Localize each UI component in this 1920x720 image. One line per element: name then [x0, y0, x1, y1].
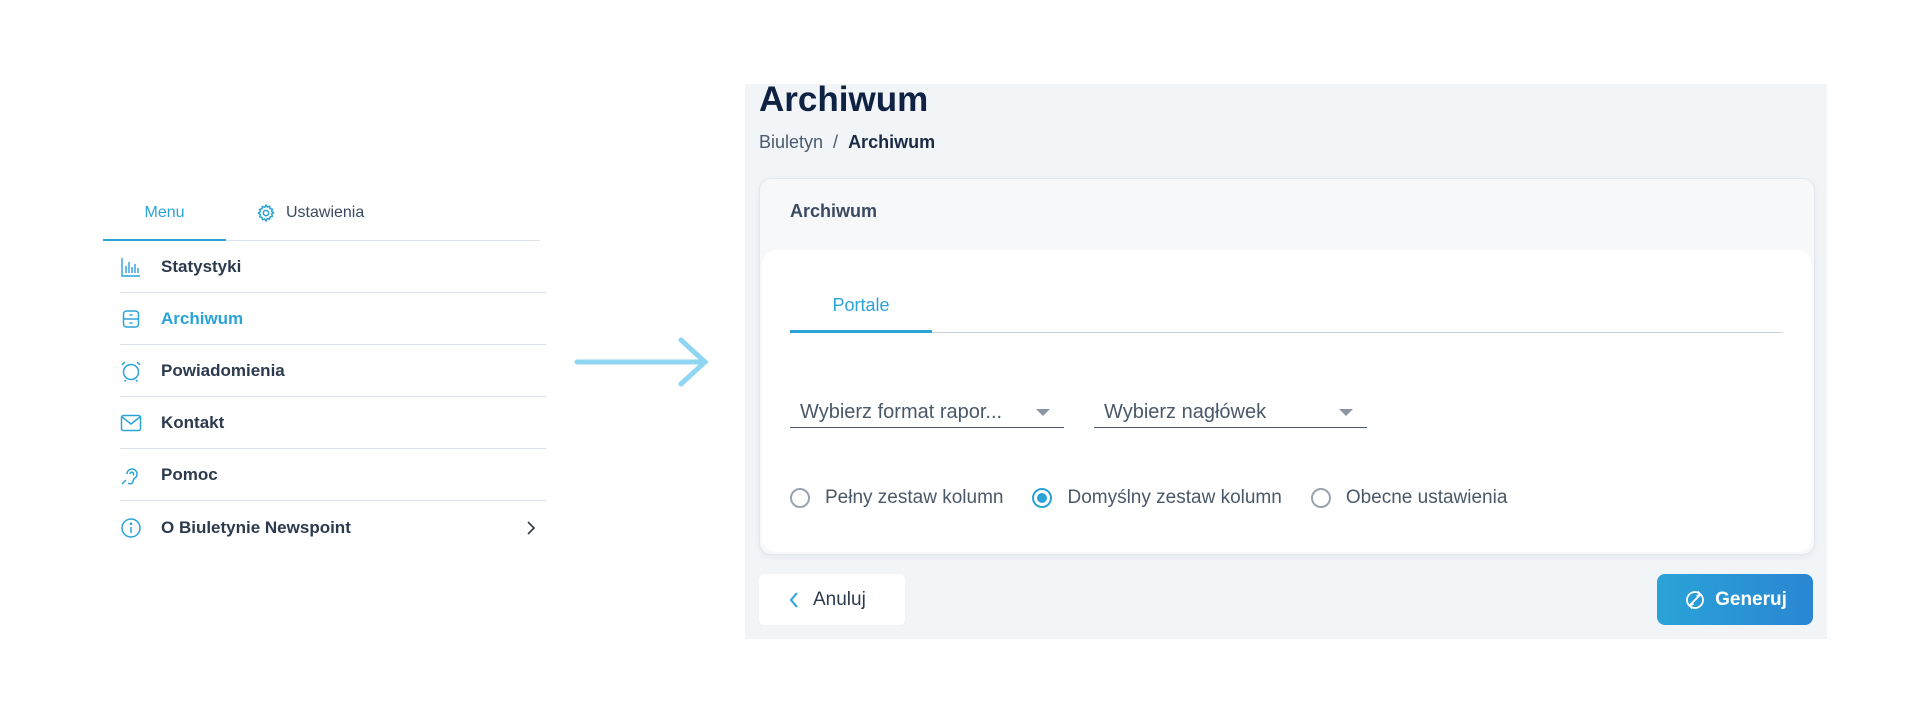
- cancel-button[interactable]: Anuluj: [759, 574, 905, 625]
- breadcrumb-current: Archiwum: [848, 132, 936, 152]
- radio-default-columns[interactable]: Domyślny zestaw kolumn: [1032, 487, 1282, 509]
- tab-portale-label: Portale: [832, 294, 890, 315]
- breadcrumb-parent[interactable]: Biuletyn: [759, 132, 823, 153]
- menu-list: Statystyki Archiwum Powiadomienia Kontak…: [120, 241, 546, 555]
- page-title: Archiwum: [759, 80, 929, 119]
- menu-item-o-biuletynie[interactable]: O Biuletynie Newspoint: [120, 501, 546, 555]
- archive-card: Archiwum Portale Wybierz format rapor...…: [759, 178, 1815, 555]
- tab-menu-label: Menu: [144, 203, 185, 221]
- mail-icon: [120, 412, 142, 434]
- card-body: Portale Wybierz format rapor... Wybierz …: [762, 250, 1812, 552]
- caret-down-icon: [1036, 409, 1050, 416]
- side-menu: Menu Ustawienia Statystyki Archiwum Powi…: [103, 186, 546, 555]
- radio-full-columns[interactable]: Pełny zestaw kolumn: [790, 487, 1003, 509]
- generate-button[interactable]: Generuj: [1657, 574, 1813, 625]
- tab-settings-label: Ustawienia: [286, 204, 365, 221]
- radio-circle[interactable]: [1310, 488, 1331, 508]
- radio-label: Pełny zestaw kolumn: [825, 487, 1004, 508]
- info-icon: [120, 517, 142, 539]
- generate-icon: [1683, 588, 1707, 612]
- menu-item-label: Kontakt: [161, 412, 225, 432]
- radio-current-settings[interactable]: Obecne ustawienia: [1310, 487, 1508, 509]
- menu-item-powiadomienia[interactable]: Powiadomienia: [120, 345, 546, 397]
- menu-item-label: Powiadomienia: [161, 360, 285, 380]
- chevron-left-icon: [789, 591, 799, 609]
- caret-down-icon: [1339, 409, 1353, 416]
- menu-item-archiwum[interactable]: Archiwum: [120, 293, 546, 345]
- chevron-right-icon: [526, 520, 536, 536]
- alarm-clock-icon: [120, 360, 142, 382]
- column-set-radio-group: Pełny zestaw kolumn Domyślny zestaw kolu…: [790, 487, 1536, 509]
- radio-circle[interactable]: [1032, 488, 1053, 508]
- card-title: Archiwum: [790, 201, 878, 221]
- menu-item-label: Pomoc: [161, 464, 218, 484]
- arrow-right-icon: [574, 337, 712, 389]
- archive-icon: [120, 308, 142, 330]
- menu-item-statystyki[interactable]: Statystyki: [120, 241, 546, 293]
- breadcrumb-separator: /: [833, 132, 839, 152]
- cancel-label: Anuluj: [813, 588, 866, 610]
- help-icon: [120, 464, 142, 486]
- generate-label: Generuj: [1715, 588, 1787, 610]
- report-format-value: Wybierz format rapor...: [800, 400, 1003, 423]
- header-select[interactable]: Wybierz nagłówek: [1094, 397, 1367, 428]
- radio-label: Domyślny zestaw kolumn: [1067, 487, 1282, 508]
- radio-label: Obecne ustawienia: [1345, 487, 1508, 508]
- menu-item-kontakt[interactable]: Kontakt: [120, 397, 546, 449]
- tab-portale[interactable]: Portale: [790, 280, 932, 333]
- radio-circle[interactable]: [790, 488, 810, 508]
- gear-icon: [256, 203, 276, 223]
- breadcrumb: Biuletyn / Archiwum: [759, 132, 935, 153]
- bar-chart-icon: [120, 256, 142, 278]
- menu-item-label: O Biuletynie Newspoint: [161, 518, 351, 537]
- header-value: Wybierz nagłówek: [1104, 400, 1267, 423]
- archive-panel: Archiwum Biuletyn / Archiwum Archiwum Po…: [745, 80, 1827, 639]
- menu-tabs: Menu Ustawienia: [103, 186, 540, 241]
- menu-item-label: Archiwum: [161, 308, 244, 328]
- menu-item-pomoc[interactable]: Pomoc: [120, 449, 546, 501]
- report-format-select[interactable]: Wybierz format rapor...: [790, 397, 1064, 428]
- card-tabs: Portale: [790, 280, 1783, 333]
- menu-item-label: Statystyki: [161, 256, 242, 276]
- tab-menu[interactable]: Menu: [103, 186, 226, 241]
- tab-settings[interactable]: Ustawienia: [256, 186, 364, 240]
